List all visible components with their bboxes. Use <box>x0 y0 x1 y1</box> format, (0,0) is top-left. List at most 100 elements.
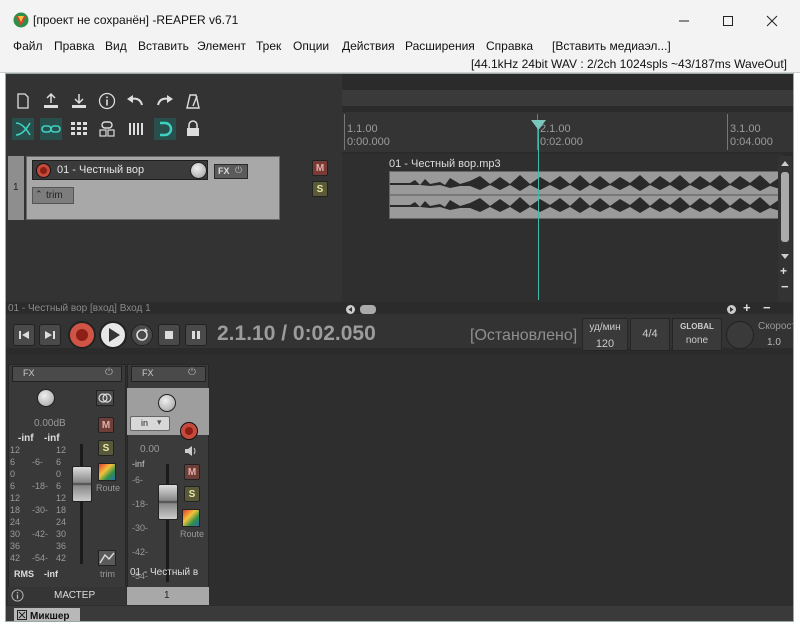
track1-pan-knob[interactable] <box>158 394 176 412</box>
track1-volume-readout[interactable]: 0.00 <box>140 444 159 455</box>
master-name-bar[interactable]: МАСТЕР <box>8 587 126 605</box>
mixer-tab[interactable]: Микшер <box>14 608 80 621</box>
master-volume-readout[interactable]: 0.00dB <box>34 418 66 429</box>
fx-button[interactable]: FX ⏻ <box>214 164 248 179</box>
close-tab-icon[interactable] <box>17 610 27 620</box>
track1-number-bar[interactable]: 1 <box>127 587 209 605</box>
playrate-knob[interactable] <box>726 321 754 349</box>
horizontal-scroll-thumb[interactable] <box>360 305 376 314</box>
master-rms-label: RMS <box>14 569 34 579</box>
playhead-marker-icon[interactable] <box>531 120 546 130</box>
scroll-right-icon[interactable] <box>727 305 736 314</box>
trim-button[interactable]: ⌃ trim <box>32 187 74 204</box>
menu-edit[interactable]: Правка <box>54 39 95 53</box>
time-signature[interactable]: 4/4 <box>630 318 670 351</box>
track-mute-button[interactable]: M <box>312 160 328 176</box>
master-info-icon[interactable] <box>11 589 24 602</box>
menu-file[interactable]: Файл <box>13 39 43 53</box>
ruler-bar-3: 3.1.00 <box>730 123 761 135</box>
metronome-icon <box>186 94 200 109</box>
go-to-end-button[interactable] <box>39 324 61 346</box>
scroll-up-icon[interactable] <box>781 160 789 168</box>
repeat-button[interactable] <box>131 324 153 346</box>
master-fader[interactable] <box>72 466 92 502</box>
open-project-button[interactable] <box>40 90 62 112</box>
zoom-in-horizontal-icon[interactable]: + <box>743 300 751 315</box>
menu-help[interactable]: Справка <box>486 39 533 53</box>
volume-knob[interactable] <box>190 162 207 179</box>
skip-back-icon <box>19 331 29 339</box>
menu-extensions[interactable]: Расширения <box>405 39 475 53</box>
track-number-box[interactable]: 1 <box>8 156 24 220</box>
zoom-out-horizontal-icon[interactable]: − <box>763 300 771 315</box>
grid-button[interactable] <box>68 118 90 140</box>
menu-item[interactable]: Элемент <box>197 39 246 53</box>
scroll-left-icon[interactable] <box>346 305 355 314</box>
undo-button[interactable] <box>124 90 146 112</box>
playhead-line[interactable] <box>538 122 539 300</box>
project-settings-button[interactable] <box>96 90 118 112</box>
master-meter-scale-right: 12 6 0 6 12 18 24 30 36 42 <box>56 445 67 563</box>
track-solo-button[interactable]: S <box>312 181 328 197</box>
master-mute-button[interactable]: M <box>98 417 114 433</box>
zoom-out-vertical-icon[interactable]: − <box>781 279 789 294</box>
metronome-button[interactable] <box>182 90 204 112</box>
lock-button[interactable] <box>182 118 204 140</box>
track1-fader[interactable] <box>158 484 178 520</box>
vertical-scroll-thumb[interactable] <box>781 172 789 242</box>
master-peak-left: -inf <box>18 433 34 444</box>
global-label: GLOBAL <box>680 322 714 331</box>
master-fader-track <box>80 444 83 564</box>
scroll-down-icon[interactable] <box>781 252 789 260</box>
track1-route-icon[interactable] <box>182 509 200 527</box>
master-solo-button[interactable]: S <box>98 440 114 456</box>
menu-insert-media[interactable]: [Вставить медиаэл...] <box>552 39 671 53</box>
menu-options[interactable]: Опции <box>293 39 329 53</box>
master-pan-knob[interactable] <box>37 389 55 407</box>
automation-mode-box[interactable]: GLOBAL none <box>672 318 722 351</box>
envelope-lock-button[interactable] <box>96 118 118 140</box>
transport-status: [Остановлено] <box>470 327 578 344</box>
record-icon <box>76 329 88 341</box>
master-fx-power-icon: ⏻ <box>105 367 113 378</box>
track1-fx-button[interactable]: FX ⏻ <box>131 366 206 382</box>
save-project-button[interactable] <box>68 90 90 112</box>
media-item[interactable] <box>389 171 781 219</box>
record-button[interactable] <box>68 321 96 349</box>
track-name-box[interactable]: 01 - Честный вор <box>32 160 208 180</box>
track-panel[interactable]: 01 - Честный вор FX ⏻ ⌃ trim <box>26 156 280 220</box>
track1-input-select[interactable]: in ▾ <box>130 416 170 431</box>
track1-solo-button[interactable]: S <box>184 486 200 502</box>
track1-name: 01 - Честный в <box>130 567 199 578</box>
track1-record-arm-button[interactable] <box>180 422 198 440</box>
play-button[interactable] <box>99 321 127 349</box>
minimize-icon <box>679 20 689 22</box>
master-name: МАСТЕР <box>54 590 96 601</box>
zoom-in-vertical-icon[interactable]: + <box>780 264 787 278</box>
stereo-icon <box>98 393 112 403</box>
master-stereo-button[interactable] <box>96 390 114 406</box>
menu-insert[interactable]: Вставить <box>138 39 189 53</box>
stop-button[interactable] <box>158 324 180 346</box>
item-grouping-button[interactable] <box>40 118 62 140</box>
track1-mute-button[interactable]: M <box>184 464 200 480</box>
envelope-icon <box>99 552 115 564</box>
auto-crossfade-button[interactable] <box>12 118 34 140</box>
menu-actions[interactable]: Действия <box>342 39 395 53</box>
track1-name-bar[interactable]: 01 - Честный в <box>127 564 209 582</box>
tempo-box[interactable]: уд/мин 120 <box>582 318 628 351</box>
snap-button[interactable] <box>154 118 176 140</box>
master-route-icon[interactable] <box>98 463 116 481</box>
master-trim-button[interactable] <box>98 550 116 566</box>
menu-track[interactable]: Трек <box>256 39 281 53</box>
go-to-start-button[interactable] <box>13 324 35 346</box>
redo-button[interactable] <box>154 90 176 112</box>
ripple-edit-button[interactable] <box>126 118 148 140</box>
timecode-display[interactable]: 2.1.10 / 0:02.050 <box>217 322 376 346</box>
master-fx-button[interactable]: FX ⏻ <box>12 366 122 382</box>
speaker-icon[interactable] <box>184 444 198 458</box>
new-project-button[interactable] <box>12 90 34 112</box>
pause-button[interactable] <box>185 324 207 346</box>
menu-view[interactable]: Вид <box>105 39 127 53</box>
record-arm-button[interactable] <box>36 163 51 178</box>
